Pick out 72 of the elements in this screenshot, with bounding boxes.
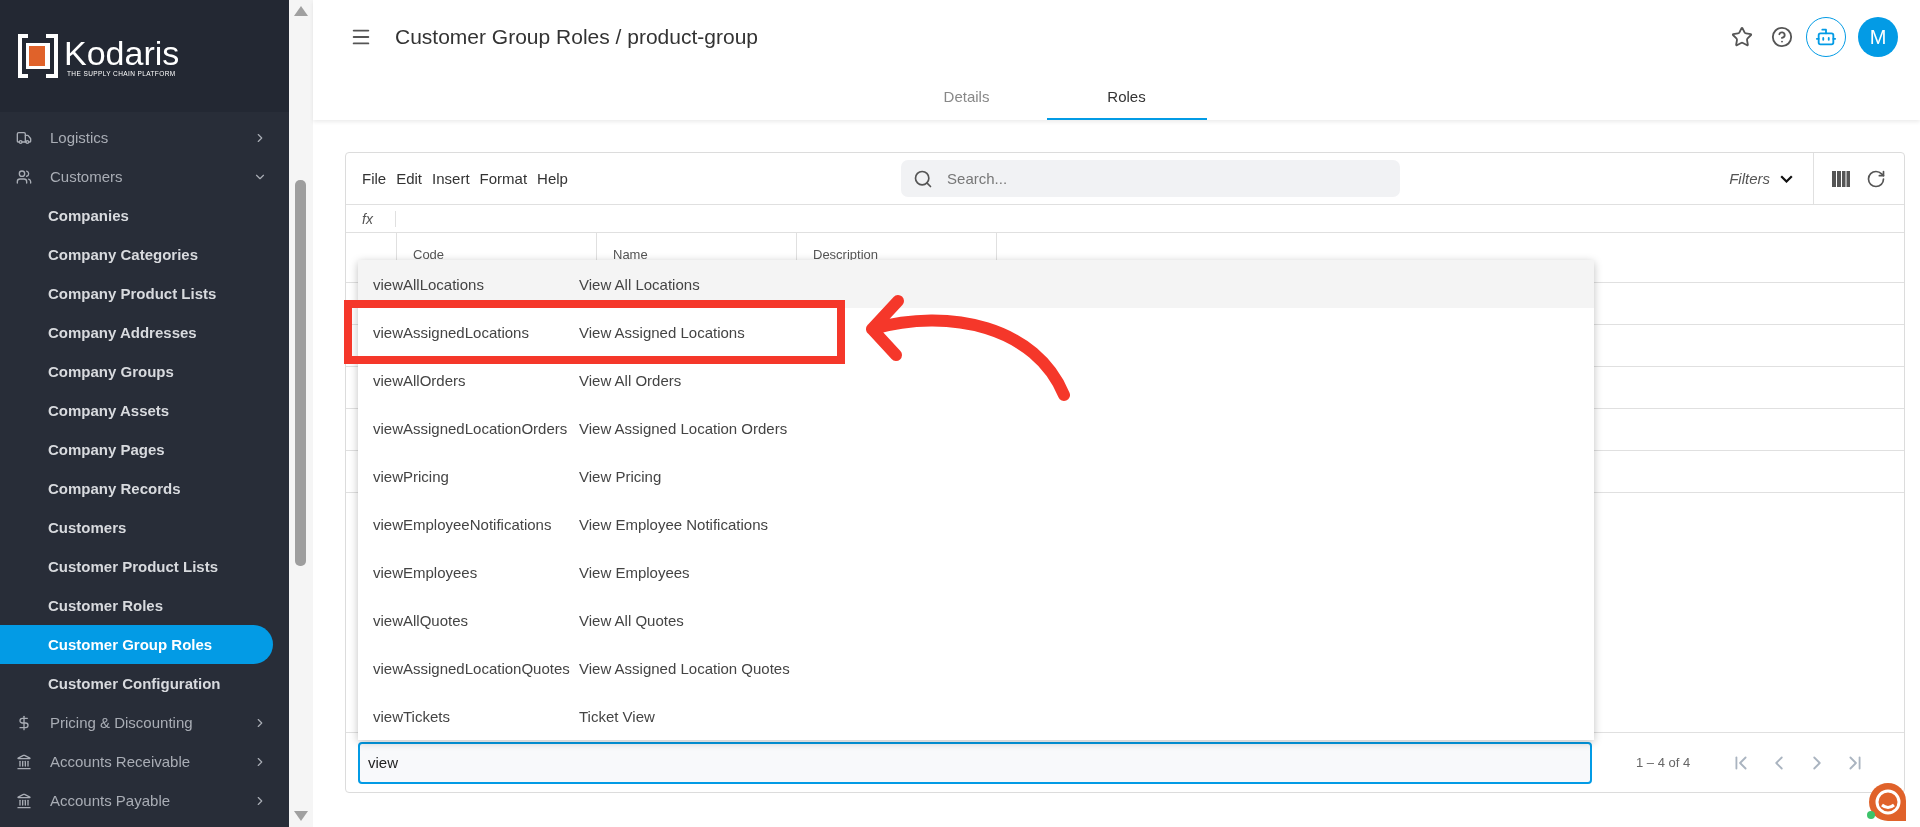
tab[interactable]: Roles xyxy=(1046,74,1207,120)
pagination-range: 1 – 4 of 4 xyxy=(1636,755,1691,770)
chevron-down-icon xyxy=(1780,174,1793,183)
suggestion-code: viewPricing xyxy=(373,467,450,485)
suggestion-name: View Assigned Location Quotes xyxy=(579,659,790,677)
page-title: Customer Group Roles / product-group xyxy=(395,25,759,49)
chat-widget-icon[interactable] xyxy=(1866,781,1908,823)
nav-item[interactable]: Company Addresses xyxy=(0,313,273,352)
suggestion-item[interactable]: viewAllOrders View All Orders xyxy=(358,356,1594,404)
filters-button[interactable]: Filters xyxy=(1723,169,1799,188)
section-icon xyxy=(16,168,32,185)
menu-item[interactable]: Format xyxy=(479,170,536,187)
suggestion-item[interactable]: viewTickets Ticket View xyxy=(358,692,1594,740)
suggestion-code: viewTickets xyxy=(373,707,451,725)
nav-item[interactable]: Customer Product Lists xyxy=(0,547,273,586)
suggestion-name: View All Quotes xyxy=(579,611,684,629)
suggestion-code: viewAllQuotes xyxy=(373,611,470,629)
suggestion-item[interactable]: viewEmployeeNotifications View Employee Notifications xyxy=(358,500,1594,548)
suggestion-item[interactable]: viewAssignedLocations View Assigned Locations xyxy=(358,308,1594,356)
search-icon[interactable] xyxy=(913,168,934,189)
search-field[interactable]: Search... xyxy=(945,169,1401,188)
suggestion-name: View Assigned Locations xyxy=(579,323,745,341)
search-bar[interactable]: Search... xyxy=(901,160,1401,197)
section-icon xyxy=(16,129,32,146)
section-icon xyxy=(16,753,32,770)
suggestion-item[interactable]: viewAllQuotes View All Quotes xyxy=(358,596,1594,644)
nav-item[interactable]: Customer Roles xyxy=(0,586,273,625)
nav-section[interactable]: Customers xyxy=(0,157,289,196)
nav-section[interactable]: Accounts Payable xyxy=(0,781,289,820)
formula-label: fx xyxy=(346,210,396,227)
section-icon xyxy=(16,714,32,731)
suggestion-item[interactable]: viewAssignedLocationQuotes View Assigned Location Quotes xyxy=(358,644,1594,692)
scrollbar[interactable] xyxy=(289,0,313,827)
nav-item[interactable]: Customers xyxy=(0,508,273,547)
tab[interactable]: Details xyxy=(886,74,1047,120)
menu-item[interactable]: Insert xyxy=(432,170,478,187)
suggestion-code: viewEmployees xyxy=(373,563,479,581)
suggestion-name: View Employee Notifications xyxy=(579,515,768,533)
menu-item[interactable]: Help xyxy=(537,170,576,187)
suggestion-name: View Pricing xyxy=(579,467,662,485)
nav-item[interactable]: Companies xyxy=(0,196,273,235)
nav-item[interactable]: Company Pages xyxy=(0,430,273,469)
nav-item[interactable]: Company Categories xyxy=(0,235,273,274)
nav-item[interactable]: Company Groups xyxy=(0,352,273,391)
columns-icon[interactable] xyxy=(1832,170,1850,187)
nav-section[interactable]: Logistics xyxy=(0,118,289,157)
suggestion-code: viewAssignedLocationOrders xyxy=(373,419,569,437)
suggestion-code: viewAllOrders xyxy=(373,371,467,389)
nav-section[interactable]: Pricing & Discounting xyxy=(0,703,289,742)
menu-item[interactable]: File xyxy=(362,170,395,187)
suggestion-name: View All Orders xyxy=(579,371,682,389)
nav-item[interactable]: Company Product Lists xyxy=(0,274,273,313)
suggestion-code: viewEmployeeNotifications xyxy=(373,515,553,533)
suggestion-name: View Assigned Location Orders xyxy=(579,419,788,437)
refresh-icon[interactable] xyxy=(1866,168,1886,189)
suggestion-item[interactable]: viewAllLocations View All Locations xyxy=(358,260,1594,308)
suggestion-item[interactable]: viewPricing View Pricing xyxy=(358,452,1594,500)
suggestion-item[interactable]: viewAssignedLocationOrders View Assigned Location Orders xyxy=(358,404,1594,452)
suggestion-code: viewAssignedLocationQuotes xyxy=(373,659,571,677)
section-icon xyxy=(16,792,32,809)
nav-section[interactable]: Accounts Receivable xyxy=(0,742,289,781)
nav-item[interactable]: Company Assets xyxy=(0,391,273,430)
suggestion-item[interactable]: viewEmployees View Employees xyxy=(358,548,1594,596)
cell-editor-field[interactable]: view xyxy=(358,741,1592,784)
logo-mark-icon xyxy=(18,34,58,78)
suggestion-name: View Employees xyxy=(579,563,690,581)
menu-item[interactable]: Edit xyxy=(396,170,431,187)
logo-name: Kodaris xyxy=(64,35,180,70)
suggestion-code: viewAssignedLocations xyxy=(373,323,530,341)
suggestion-name: Ticket View xyxy=(579,707,655,725)
nav-item[interactable]: Company Records xyxy=(0,469,273,508)
nav-item[interactable]: Customer Configuration xyxy=(0,664,273,703)
